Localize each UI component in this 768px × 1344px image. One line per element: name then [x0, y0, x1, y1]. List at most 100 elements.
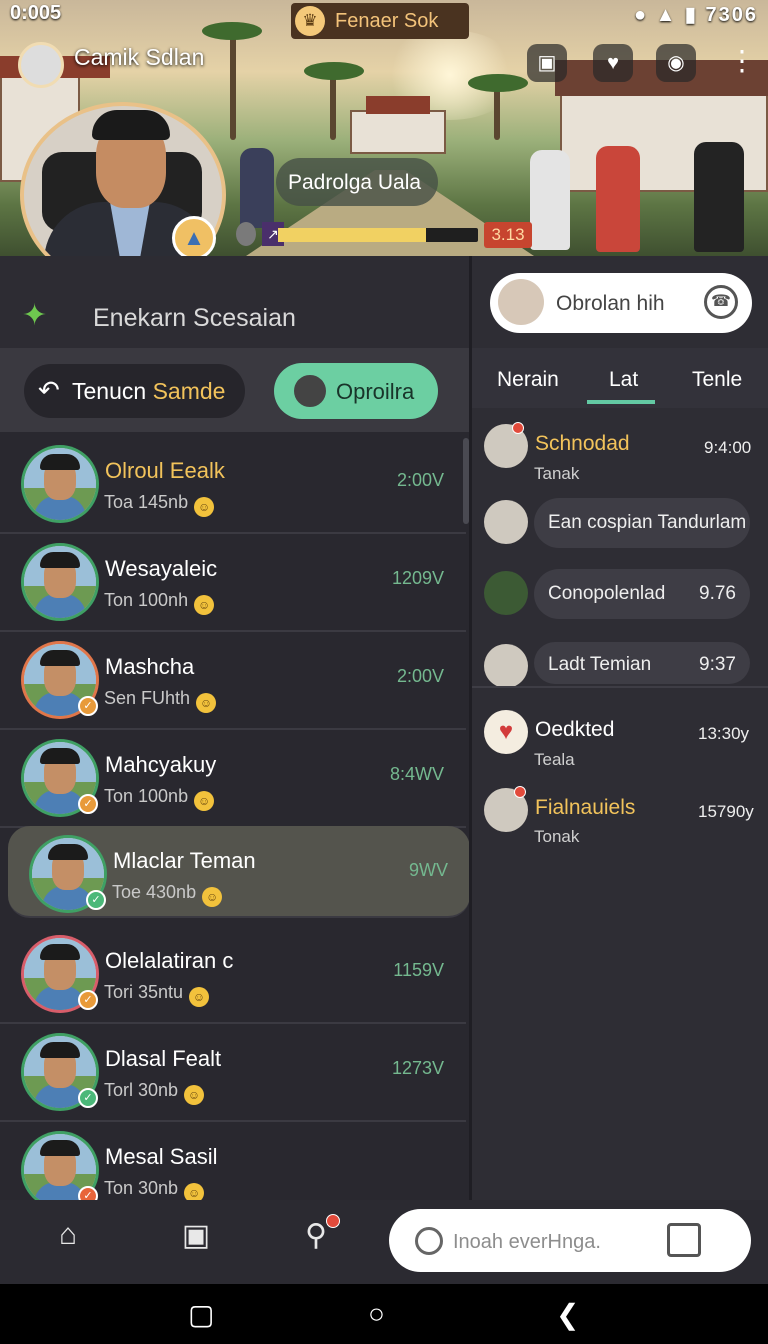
smiley-icon: ☺: [194, 497, 215, 517]
whatsapp-icon: ☎: [704, 285, 738, 319]
avatar-hair: [40, 1140, 80, 1156]
leaf-contact-icon[interactable]: [484, 571, 528, 615]
message-bubble[interactable]: Ladt Temian 9:37: [534, 642, 750, 684]
bottom-search-placeholder: Inoah everHnga.: [453, 1231, 601, 1253]
hair-shape: [92, 110, 170, 140]
avatar: [24, 448, 96, 520]
chat-preview: Torl 30nb ☺: [104, 1080, 205, 1105]
profile-avatar[interactable]: [18, 42, 64, 88]
progress-fill: [278, 228, 426, 242]
level-badge: 3.13: [484, 222, 532, 248]
section-divider: [472, 686, 768, 688]
trophy-icon: ♛: [295, 6, 325, 36]
heart-icon[interactable]: ♥: [593, 44, 633, 82]
smiley-icon: ☺: [184, 1085, 205, 1105]
bubble-time: 9:37: [699, 654, 736, 675]
message-bubble[interactable]: Conopolenlad 9.76: [534, 569, 750, 619]
notification-dot: [514, 786, 526, 798]
chat-row[interactable]: Wesayaleic Ton 100nh ☺ 1209V: [0, 534, 466, 632]
camera-icon[interactable]: [667, 1223, 701, 1257]
chat-name: Mesal Sasil: [105, 1144, 218, 1169]
status-right: ● ▲ ▮ 7306: [633, 4, 758, 26]
smiley-icon: ☺: [202, 887, 223, 907]
avatar-hair: [40, 454, 80, 470]
chat-time: 2:00V: [396, 470, 444, 490]
chat-name: Mashcha: [105, 654, 195, 679]
tab-tenle[interactable]: Tenle: [692, 368, 742, 392]
chat-row[interactable]: ✓ Mahcyakuy Ton 100nb ☺ 8:4WV: [0, 730, 466, 828]
contact-avatar[interactable]: [484, 644, 528, 688]
tab-nerain[interactable]: Nerain: [497, 368, 559, 392]
chat-row[interactable]: ✓ Dlasal Fealt Torl 30nb ☺ 1273V: [0, 1024, 466, 1122]
search-avatar: [498, 279, 544, 325]
bubble-text: Ladt Temian: [548, 654, 652, 675]
status-clock: 7306: [705, 4, 758, 26]
palm-frond: [468, 74, 528, 92]
back-icon[interactable]: ❮: [556, 1298, 579, 1331]
villager-figure: [240, 148, 274, 228]
more-icon[interactable]: ⋮: [728, 44, 756, 77]
bus-icon[interactable]: ▣: [176, 1218, 216, 1258]
status-badge-icon: ✓: [78, 1088, 98, 1108]
chat-search-field[interactable]: Obrolan hih ☎: [490, 273, 752, 333]
contact-time: 15790y: [698, 802, 754, 821]
chat-preview: Sen FUhth ☺: [104, 688, 217, 713]
center-building: [350, 110, 446, 154]
status-badge-icon: ✓: [78, 794, 98, 814]
smiley-icon: ☺: [194, 791, 215, 811]
chat-preview: Toe 430nb ☺: [112, 882, 223, 907]
bottom-search-field[interactable]: Inoah everHnga.: [389, 1209, 751, 1272]
contact-avatar[interactable]: [484, 500, 528, 544]
chat-name: Dlasal Fealt: [105, 1046, 222, 1071]
chat-name: Wesayaleic: [105, 556, 218, 581]
notification-dot: [512, 422, 524, 434]
session-label: Enekarn Scesaian: [93, 304, 296, 332]
contact-name: Schnodad: [535, 432, 630, 455]
avatar-hair: [48, 844, 88, 860]
back-highlight: Samde: [152, 378, 226, 404]
chat-name: Olelalatiran c: [105, 948, 234, 973]
back-button[interactable]: ↶ Tenucn Samde: [24, 364, 245, 418]
progress-track: [278, 228, 478, 242]
home-circle-icon[interactable]: ○: [368, 1298, 385, 1330]
avatar: [24, 546, 96, 618]
chat-name: Mlaclar Teman: [113, 848, 256, 873]
notification-dot: [326, 1214, 340, 1228]
contact-sub: Tanak: [534, 464, 580, 483]
chat-time: 1159V: [393, 960, 444, 980]
villager-figure: [694, 142, 744, 252]
scene-label: Padrolga Uala: [276, 158, 438, 206]
top-pill[interactable]: ♛ Fenaer Sok: [291, 3, 469, 39]
chat-row[interactable]: ✓ Olelalatiran c Tori 35ntu ☺ 1159V: [0, 926, 466, 1024]
chat-name: Mahcyakuy: [105, 752, 217, 777]
chat-search-placeholder: Obrolan hih: [556, 292, 665, 315]
recents-icon[interactable]: ▢: [188, 1298, 214, 1331]
heart-icon[interactable]: ♥: [484, 710, 528, 754]
active-tab-indicator: [587, 400, 655, 404]
progress-bar: ↗ 3.13: [236, 222, 532, 248]
online-avatar: [292, 373, 328, 409]
avatar-hair: [40, 552, 80, 568]
status-badge-icon: ✓: [78, 990, 98, 1010]
camera-icon[interactable]: ▣: [527, 44, 567, 82]
profile-name: Camik Sdlan: [74, 44, 205, 70]
reply-icon: ↶: [38, 375, 60, 405]
palm-frond: [304, 62, 364, 80]
tab-lat[interactable]: Lat: [609, 368, 638, 392]
rank-badge-icon: ▲: [172, 216, 216, 260]
chat-name: Olroul Eealk: [105, 458, 225, 483]
globe-icon[interactable]: ◉: [656, 44, 696, 82]
home-icon[interactable]: ⌂: [48, 1218, 88, 1258]
palm-tree: [330, 70, 336, 140]
contact-sub: Tonak: [534, 827, 580, 846]
smiley-icon: ☺: [196, 693, 217, 713]
online-button[interactable]: Oproilra: [274, 363, 438, 419]
chat-row[interactable]: ✓ Mashcha Sen FUhth ☺ 2:00V: [0, 632, 466, 730]
message-bubble[interactable]: Ean cospian Tandurlam: [534, 498, 750, 548]
smiley-icon: ☺: [194, 595, 215, 615]
contact-sub: Teala: [534, 750, 575, 769]
smiley-icon: ☺: [189, 987, 210, 1007]
chat-row[interactable]: Olroul Eealk Toa 145nb ☺ 2:00V: [0, 436, 466, 534]
chat-row[interactable]: ✓ Mlaclar Teman Toe 430nb ☺ 9WV: [8, 826, 470, 918]
chat-preview: Ton 100nb ☺: [104, 786, 215, 811]
